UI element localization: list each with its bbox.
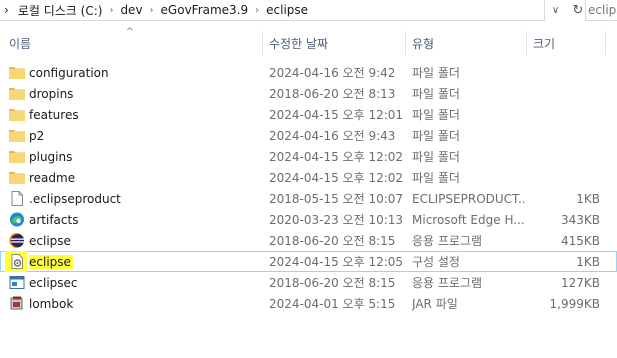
file-type: 파일 폴더 bbox=[412, 66, 460, 80]
file-name: p2 bbox=[29, 128, 45, 143]
file-date: 2020-03-23 오전 10:13 bbox=[269, 213, 404, 227]
file-name: .eclipseproduct bbox=[29, 191, 121, 206]
file-name: readme bbox=[29, 170, 76, 185]
file-date: 2018-06-20 오전 8:15 bbox=[269, 234, 396, 248]
file-row[interactable]: eclipse 2018-06-20 오전 8:15 응용 프로그램 415KB bbox=[0, 230, 617, 251]
file-type: Microsoft Edge H... bbox=[412, 212, 524, 227]
file-name: configuration bbox=[29, 65, 109, 80]
file-row[interactable]: features 2024-04-15 오후 12:01 파일 폴더 bbox=[0, 104, 617, 125]
file-row[interactable]: p2 2024-04-16 오전 9:43 파일 폴더 bbox=[0, 125, 617, 146]
file-date: 2024-04-16 오전 9:43 bbox=[269, 129, 396, 143]
path-root-chevron-icon[interactable]: › bbox=[4, 3, 9, 17]
column-divider[interactable] bbox=[262, 31, 263, 55]
file-date: 2024-04-15 오후 12:02 bbox=[269, 150, 404, 164]
file-date: 2024-04-15 오후 12:01 bbox=[269, 108, 404, 122]
file-name: plugins bbox=[29, 149, 73, 164]
file-size: 1,999KB bbox=[549, 296, 600, 311]
file-type: 파일 폴더 bbox=[412, 87, 460, 101]
file-size: 343KB bbox=[560, 212, 600, 227]
breadcrumb-separator-icon[interactable]: › bbox=[109, 5, 113, 16]
file-name: artifacts bbox=[29, 212, 79, 227]
file-size: 1KB bbox=[576, 254, 600, 269]
file-date: 2018-06-20 오전 8:13 bbox=[269, 87, 396, 101]
breadcrumb-egovframe[interactable]: eGovFrame3.9 bbox=[161, 3, 249, 17]
file-size: 127KB bbox=[560, 275, 600, 290]
file-size bbox=[527, 125, 600, 146]
file-row[interactable]: configuration 2024-04-16 오전 9:42 파일 폴더 bbox=[0, 62, 617, 83]
file-date: 2024-04-15 오후 12:05 bbox=[269, 255, 404, 269]
address-bar[interactable]: › 로컬 디스크 (C:) › dev › eGovFrame3.9 › ecl… bbox=[0, 0, 545, 21]
file-row[interactable]: plugins 2024-04-15 오후 12:02 파일 폴더 bbox=[0, 146, 617, 167]
folder-icon bbox=[9, 88, 25, 100]
column-header-name[interactable]: 이름 bbox=[9, 28, 259, 58]
file-size: 415KB bbox=[560, 233, 600, 248]
file-name: eclipse bbox=[29, 233, 71, 248]
address-bar-region: › 로컬 디스크 (C:) › dev › eGovFrame3.9 › ecl… bbox=[0, 0, 617, 22]
column-divider[interactable] bbox=[526, 31, 527, 55]
breadcrumb-separator-icon[interactable]: › bbox=[150, 5, 154, 16]
file-type: JAR 파일 bbox=[412, 297, 458, 311]
file-name: lombok bbox=[29, 296, 74, 311]
folder-icon bbox=[9, 109, 25, 121]
file-size bbox=[527, 62, 600, 83]
breadcrumb-dev[interactable]: dev bbox=[120, 3, 142, 17]
file-row[interactable]: dropins 2018-06-20 오전 8:13 파일 폴더 bbox=[0, 83, 617, 104]
jar-icon bbox=[10, 296, 23, 310]
console-app-icon bbox=[9, 276, 25, 289]
file-date: 2018-06-20 오전 8:15 bbox=[269, 276, 396, 290]
file-size bbox=[527, 146, 600, 167]
file-row[interactable]: .eclipseproduct 2018-05-15 오전 10:07 ECLI… bbox=[0, 188, 617, 209]
file-date: 2024-04-01 오후 5:15 bbox=[269, 297, 396, 311]
file-type: 응용 프로그램 bbox=[412, 234, 483, 248]
column-divider[interactable] bbox=[605, 31, 606, 55]
folder-icon bbox=[9, 172, 25, 184]
folder-icon bbox=[9, 151, 25, 163]
file-name: features bbox=[29, 107, 79, 122]
file-size bbox=[527, 83, 600, 104]
breadcrumb-local-disk[interactable]: 로컬 디스크 (C:) bbox=[18, 2, 103, 19]
file-size bbox=[527, 104, 600, 125]
file-type: 파일 폴더 bbox=[412, 171, 460, 185]
file-name: eclipse bbox=[29, 251, 254, 272]
file-size: 1KB bbox=[576, 191, 600, 206]
file-row[interactable]: lombok 2024-04-01 오후 5:15 JAR 파일 1,999KB bbox=[0, 293, 617, 314]
file-row[interactable]: readme 2024-04-15 오후 12:02 파일 폴더 bbox=[0, 167, 617, 188]
file-name: dropins bbox=[29, 86, 74, 101]
document-icon bbox=[11, 191, 23, 206]
file-type: 파일 폴더 bbox=[412, 129, 460, 143]
highlighted-file-name: eclipse bbox=[29, 254, 73, 269]
file-list: configuration 2024-04-16 오전 9:42 파일 폴더 d… bbox=[0, 62, 617, 314]
edge-icon bbox=[10, 212, 24, 227]
folder-icon bbox=[9, 130, 25, 142]
column-header-date[interactable]: 수정한 날짜 bbox=[269, 28, 404, 58]
file-row-selected[interactable]: eclipse 2024-04-15 오후 12:05 구성 설정 1KB bbox=[0, 251, 617, 272]
column-header-size[interactable]: 크기 bbox=[533, 28, 603, 58]
eclipse-app-icon bbox=[9, 233, 24, 248]
breadcrumb-eclipse[interactable]: eclipse bbox=[266, 3, 308, 17]
file-type: 파일 폴더 bbox=[412, 108, 460, 122]
file-row[interactable]: eclipsec 2018-06-20 오전 8:15 응용 프로그램 127K… bbox=[0, 272, 617, 293]
search-box[interactable] bbox=[585, 0, 617, 21]
column-divider[interactable] bbox=[405, 31, 406, 55]
file-type: ECLIPSEPRODUCT... bbox=[412, 191, 524, 206]
file-size bbox=[527, 167, 600, 188]
file-row[interactable]: artifacts 2020-03-23 오전 10:13 Microsoft … bbox=[0, 209, 617, 230]
file-name: eclipsec bbox=[29, 275, 78, 290]
config-settings-icon bbox=[11, 254, 23, 269]
file-type: 응용 프로그램 bbox=[412, 276, 483, 290]
file-type: 구성 설정 bbox=[412, 255, 460, 269]
search-input[interactable] bbox=[588, 3, 617, 17]
column-header-row: ^ 이름 수정한 날짜 유형 크기 bbox=[0, 27, 617, 58]
file-date: 2024-04-15 오후 12:02 bbox=[269, 171, 404, 185]
address-history-dropdown-icon[interactable]: ∨ bbox=[546, 0, 565, 21]
column-header-type[interactable]: 유형 bbox=[412, 28, 524, 58]
file-type: 파일 폴더 bbox=[412, 150, 460, 164]
folder-icon bbox=[9, 67, 25, 79]
file-date: 2024-04-16 오전 9:42 bbox=[269, 66, 396, 80]
file-date: 2018-05-15 오전 10:07 bbox=[269, 192, 404, 206]
breadcrumb-separator-icon[interactable]: › bbox=[255, 5, 259, 16]
